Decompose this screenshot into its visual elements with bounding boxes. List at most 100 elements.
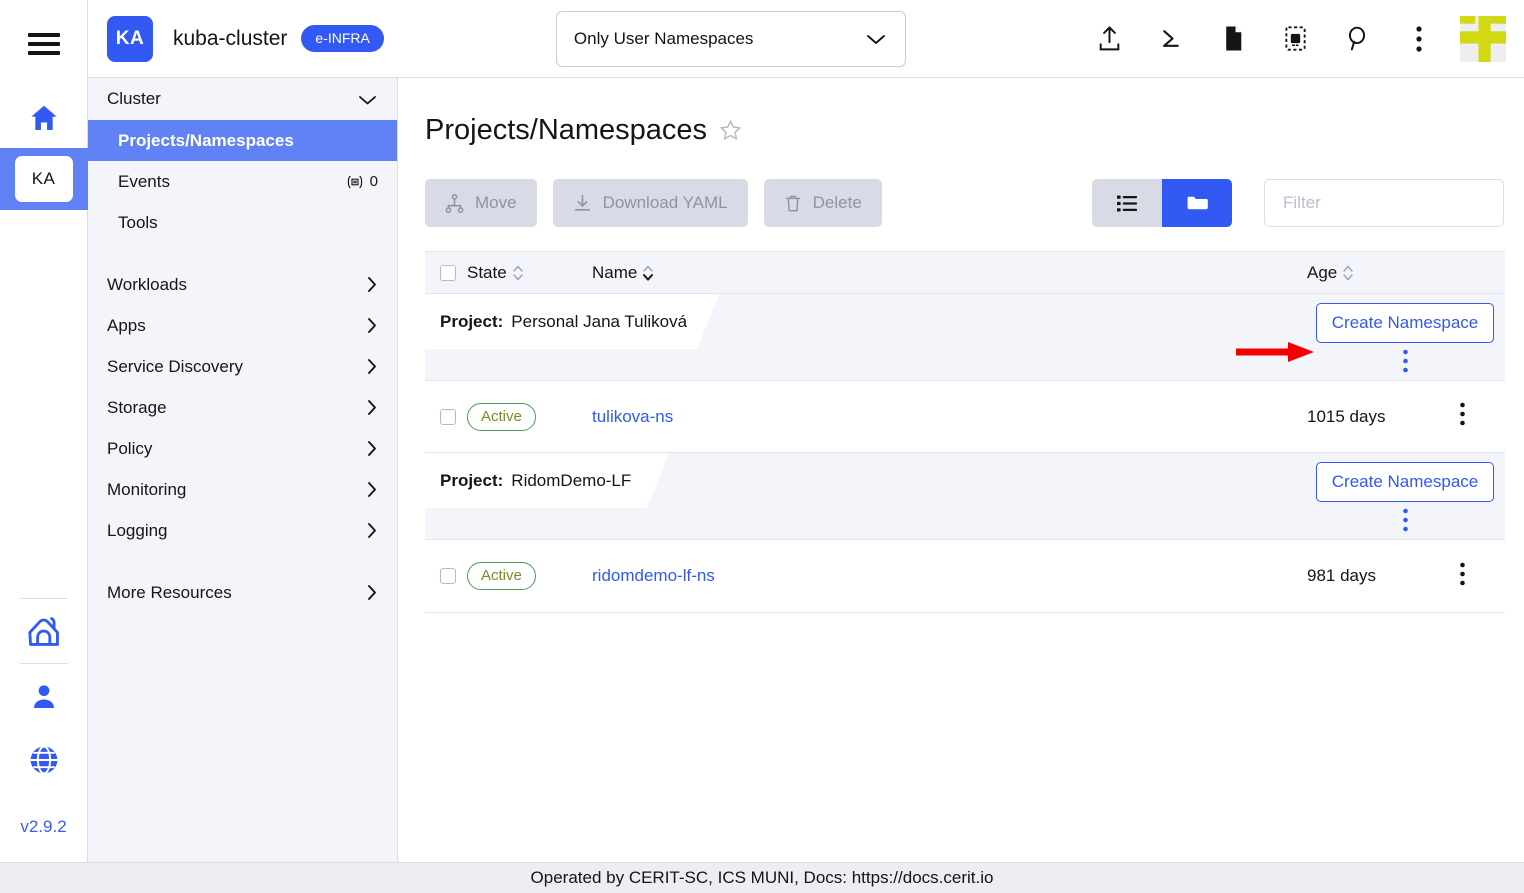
project-label-prefix: Project:	[440, 312, 503, 332]
page-header: Projects/Namespaces	[425, 114, 1504, 147]
filter-input[interactable]	[1281, 192, 1487, 214]
cluster-manager-icon	[25, 614, 63, 648]
row-checkbox[interactable]	[440, 409, 456, 425]
age-value: 1015 days	[1307, 407, 1385, 426]
hamburger-menu-button[interactable]	[0, 0, 88, 88]
status-badge: Active	[467, 403, 536, 431]
move-icon	[445, 194, 464, 213]
filter-field[interactable]	[1264, 179, 1504, 227]
page-title: Projects/Namespaces	[425, 114, 707, 147]
docs-button[interactable]	[1202, 8, 1264, 70]
sort-icon-active	[642, 264, 654, 282]
sidebar-item-label: Logging	[107, 521, 365, 541]
red-arrow-annotation	[1236, 340, 1314, 364]
move-button[interactable]: Move	[425, 179, 537, 227]
namespace-link[interactable]: ridomdemo-lf-ns	[592, 566, 715, 585]
table-row[interactable]: Active tulikova-ns 1015 days	[425, 381, 1505, 453]
list-view-button[interactable]	[1092, 179, 1162, 227]
sidebar-item-storage[interactable]: Storage	[88, 387, 397, 428]
chevron-right-icon	[365, 274, 378, 295]
star-outline-icon[interactable]	[718, 118, 743, 143]
chevron-right-icon	[365, 397, 378, 418]
language-button[interactable]	[0, 728, 88, 792]
row-age-cell: 1015 days	[1307, 407, 1459, 427]
trash-icon	[784, 194, 802, 213]
group-view-button[interactable]	[1162, 179, 1232, 227]
row-name-cell: ridomdemo-lf-ns	[592, 566, 1307, 586]
select-all-checkbox[interactable]	[440, 265, 456, 281]
project-group-tab: Project: Personal Jana Tuliková	[425, 294, 735, 349]
sidebar-item-projects-namespaces[interactable]: Projects/Namespaces	[88, 120, 397, 161]
kubectl-shell-icon	[1159, 26, 1184, 51]
einfra-pill: e-INFRA	[301, 25, 383, 52]
list-view-icon	[1116, 194, 1138, 213]
row-actions-cell	[1459, 402, 1505, 431]
project-group-tab: Project: RidomDemo-LF	[425, 453, 685, 508]
sidebar-item-events[interactable]: Events 0	[88, 161, 397, 202]
row-name-cell: tulikova-ns	[592, 407, 1307, 427]
chevron-right-icon	[365, 315, 378, 336]
sort-icon	[512, 264, 524, 282]
chevron-right-icon	[365, 438, 378, 459]
event-badge-icon	[346, 175, 364, 189]
sidebar-item-workloads[interactable]: Workloads	[88, 264, 397, 305]
namespace-filter-value: Only User Namespaces	[574, 29, 865, 49]
sidebar-item-label: Apps	[107, 316, 365, 336]
namespace-link[interactable]: tulikova-ns	[592, 407, 673, 426]
download-yaml-button[interactable]: Download YAML	[553, 179, 748, 227]
project-group-header: Project: Personal Jana Tuliková Create N…	[425, 294, 1505, 381]
sidebar-item-apps[interactable]: Apps	[88, 305, 397, 346]
cluster-name-label: kuba-cluster	[173, 27, 287, 51]
sidebar-item-tools[interactable]: Tools	[88, 202, 397, 243]
left-icon-rail: KA v2.9.2	[0, 0, 88, 862]
overflow-menu-icon	[1415, 25, 1423, 53]
sidebar-group-cluster[interactable]: Cluster	[88, 78, 397, 120]
row-checkbox[interactable]	[440, 568, 456, 584]
status-badge: Active	[467, 562, 536, 590]
home-icon	[27, 102, 61, 134]
project-overflow-menu-icon[interactable]	[1402, 508, 1409, 532]
cluster-manager-button[interactable]	[0, 599, 88, 663]
sort-icon	[1342, 264, 1354, 282]
column-header-age[interactable]: Age	[1307, 263, 1459, 283]
project-overflow-menu-icon[interactable]	[1402, 349, 1409, 373]
header-overflow-menu-button[interactable]	[1388, 8, 1450, 70]
create-namespace-button[interactable]: Create Namespace	[1316, 462, 1494, 502]
column-header-state-label: State	[467, 263, 507, 283]
cluster-tab-ka[interactable]: KA	[0, 148, 88, 210]
column-header-name[interactable]: Name	[592, 263, 1307, 283]
project-group-actions: Create Namespace	[1305, 462, 1505, 532]
sidebar-item-logging[interactable]: Logging	[88, 510, 397, 551]
footer-text: Operated by CERIT-SC, ICS MUNI, Docs: ht…	[531, 868, 994, 888]
create-namespace-button[interactable]: Create Namespace	[1316, 303, 1494, 343]
sidebar-item-more-resources[interactable]: More Resources	[88, 572, 397, 613]
search-icon	[1344, 25, 1370, 52]
home-nav-button[interactable]	[0, 88, 88, 148]
global-search-button[interactable]	[1326, 8, 1388, 70]
user-avatar[interactable]	[1460, 16, 1506, 62]
table-row[interactable]: Active ridomdemo-lf-ns 981 days	[425, 540, 1505, 612]
column-header-state[interactable]: State	[467, 263, 592, 283]
sidebar-item-policy[interactable]: Policy	[88, 428, 397, 469]
chevron-down-icon	[865, 32, 887, 46]
row-overflow-menu-icon[interactable]	[1459, 402, 1466, 426]
row-state-cell: Active	[467, 562, 592, 590]
namespaces-table: State Name Age	[425, 251, 1505, 613]
select-all-cell	[425, 265, 467, 281]
column-header-name-label: Name	[592, 263, 637, 283]
sidebar-item-service-discovery[interactable]: Service Discovery	[88, 346, 397, 387]
sidebar-spacer	[88, 551, 397, 572]
copy-kubeconfig-icon	[1283, 25, 1308, 52]
sidebar-item-monitoring[interactable]: Monitoring	[88, 469, 397, 510]
import-yaml-button[interactable]	[1078, 8, 1140, 70]
copy-kubeconfig-button[interactable]	[1264, 8, 1326, 70]
import-yaml-icon	[1097, 25, 1122, 52]
kubectl-shell-button[interactable]	[1140, 8, 1202, 70]
row-overflow-menu-icon[interactable]	[1459, 562, 1466, 586]
user-account-button[interactable]	[0, 664, 88, 728]
row-state-cell: Active	[467, 403, 592, 431]
delete-button[interactable]: Delete	[764, 179, 882, 227]
globe-icon	[27, 744, 61, 776]
namespace-filter-select[interactable]: Only User Namespaces	[556, 11, 906, 67]
docs-page-icon	[1223, 25, 1244, 52]
